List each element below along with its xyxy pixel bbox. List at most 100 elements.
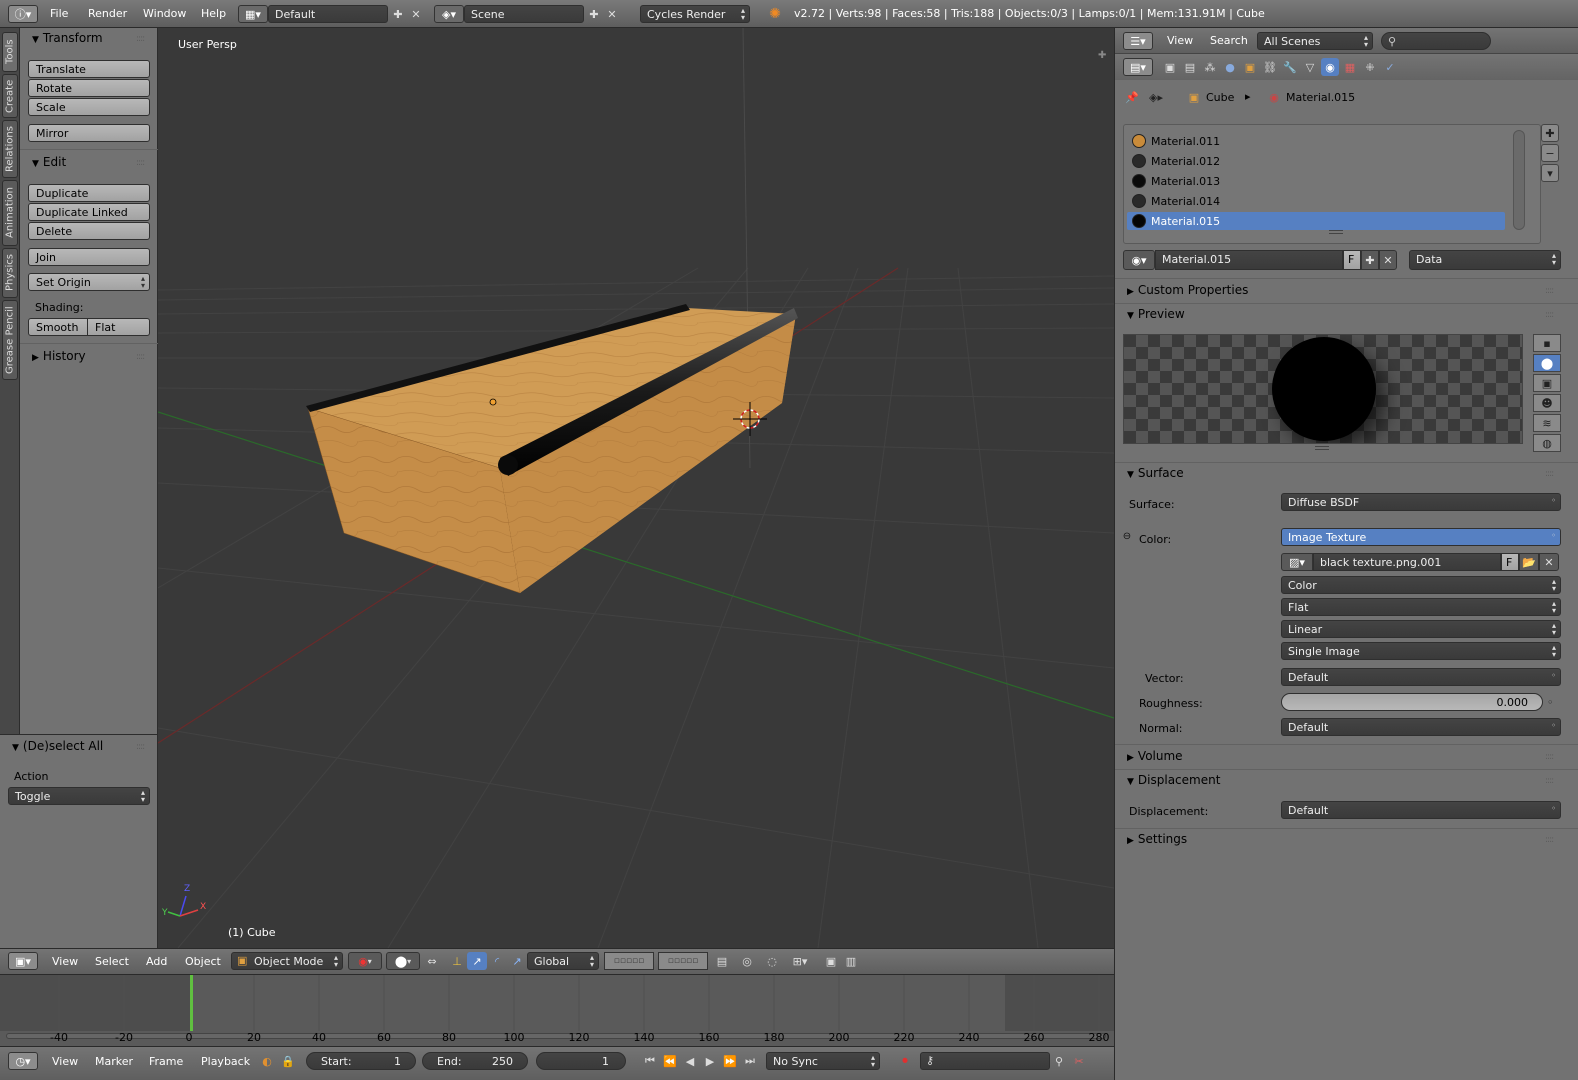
mirror-button[interactable]: Mirror	[28, 124, 150, 142]
vector-input-field[interactable]: Default ◦	[1281, 668, 1561, 686]
preview-cube-icon[interactable]: ▣	[1533, 374, 1561, 392]
viewport-shading-icon[interactable]: ◉ ▾	[348, 952, 382, 970]
timeline-editor-icon[interactable]: ◷▾	[8, 1052, 38, 1070]
panel-drag-icon[interactable]: ::::	[136, 352, 145, 362]
tab-grease-pencil[interactable]: Grease Pencil	[2, 300, 18, 380]
add-screen-icon[interactable]: ✚	[390, 5, 406, 23]
roughness-socket-icon[interactable]: ◦	[1547, 696, 1554, 709]
set-origin-dropdown[interactable]: Set Origin ▴ ▾	[28, 273, 150, 291]
render-tab-icon[interactable]: ▣	[1161, 58, 1179, 76]
link-dropdown[interactable]: Data ▴ ▾	[1409, 250, 1561, 270]
start-frame-field[interactable]: Start: 1	[306, 1052, 416, 1070]
scale-manipulator-icon[interactable]: ↗	[507, 952, 527, 970]
proportional-edit-icon[interactable]: ◎	[737, 952, 757, 970]
image-name-field[interactable]: black texture.png.001	[1313, 553, 1501, 571]
join-button[interactable]: Join	[28, 248, 150, 266]
particles-tab-icon[interactable]: ⁜	[1361, 58, 1379, 76]
properties-editor-icon[interactable]: ▤▾	[1123, 58, 1153, 76]
layer-lock-icon[interactable]: ▤	[712, 952, 732, 970]
normal-input-field[interactable]: Default ◦	[1281, 718, 1561, 736]
preview-sky-icon[interactable]: ◍	[1533, 434, 1561, 452]
menu-select[interactable]: Select	[95, 955, 129, 968]
remove-screen-icon[interactable]: ✕	[408, 5, 424, 23]
current-frame-field[interactable]: 1	[536, 1052, 626, 1070]
menu-view[interactable]: View	[52, 1055, 78, 1068]
menu-add[interactable]: Add	[146, 955, 167, 968]
screen-layout-field[interactable]: Default	[268, 5, 388, 23]
menu-search[interactable]: Search	[1210, 34, 1248, 47]
render-camera-icon[interactable]: ▣	[822, 952, 840, 970]
duplicate-button[interactable]: Duplicate	[28, 184, 150, 202]
rotate-manipulator-icon[interactable]: ◜	[487, 952, 507, 970]
rotate-button[interactable]: Rotate	[28, 79, 150, 97]
tab-animation[interactable]: Animation	[2, 180, 18, 246]
material-browse-icon[interactable]: ◉▾	[1123, 250, 1155, 270]
material-slot-row[interactable]: Material.012	[1127, 152, 1505, 170]
menu-view[interactable]: View	[1167, 34, 1193, 47]
operator-panel-header[interactable]: ▼ (De)select All	[12, 739, 103, 753]
remove-slot-icon[interactable]: −	[1541, 144, 1559, 162]
panel-drag-icon[interactable]: ::::	[1545, 835, 1554, 845]
layers-grid-icon[interactable]: ▫▫▫▫▫	[604, 952, 654, 970]
render-engine-dropdown[interactable]: Cycles Render ▴ ▾	[640, 5, 750, 23]
panel-drag-icon[interactable]: ::::	[1545, 469, 1554, 479]
panel-drag-icon[interactable]: ::::	[1545, 286, 1554, 296]
material-slot-row[interactable]: Material.015	[1127, 212, 1505, 230]
panel-drag-icon[interactable]: ::::	[1545, 752, 1554, 762]
menu-window[interactable]: Window	[143, 7, 186, 20]
add-slot-icon[interactable]: ✚	[1541, 124, 1559, 142]
proportional-falloff-icon[interactable]: ◌	[762, 952, 782, 970]
transform-manipulator-icon[interactable]: ⊥	[447, 952, 467, 970]
duplicate-linked-button[interactable]: Duplicate Linked	[28, 203, 150, 221]
end-frame-field[interactable]: End: 250	[422, 1052, 528, 1070]
menu-marker[interactable]: Marker	[95, 1055, 133, 1068]
render-layers-tab-icon[interactable]: ▤	[1181, 58, 1199, 76]
surface-panel-header[interactable]: ▼ Surface	[1127, 466, 1184, 480]
scene-icon[interactable]: ◈▾	[434, 5, 464, 23]
menu-help[interactable]: Help	[201, 7, 226, 20]
preview-flat-icon[interactable]: ▪	[1533, 334, 1561, 352]
preview-range-icon[interactable]: ◐	[258, 1052, 276, 1070]
constraints-tab-icon[interactable]: ⛓	[1261, 58, 1279, 76]
manipulator-toggle-icon[interactable]: ⇔	[422, 952, 442, 970]
volume-panel-header[interactable]: ▶ Volume	[1127, 749, 1183, 763]
tab-tools[interactable]: Tools	[2, 32, 18, 72]
screen-layout-icon[interactable]: ▦▾	[238, 5, 268, 23]
image-browse-icon[interactable]: ▨▾	[1281, 553, 1313, 571]
unlink-material-icon[interactable]: ✕	[1379, 250, 1397, 270]
menu-file[interactable]: File	[50, 7, 68, 20]
jump-start-icon[interactable]: ⏮	[640, 1052, 660, 1070]
lock-icon[interactable]: 🔒	[279, 1052, 297, 1070]
preview-monkey-icon[interactable]: ☻	[1533, 394, 1561, 412]
menu-playback[interactable]: Playback	[201, 1055, 250, 1068]
panel-drag-icon[interactable]: ::::	[1545, 310, 1554, 320]
roughness-slider[interactable]: 0.000	[1281, 693, 1543, 711]
preview-header[interactable]: ▼ Preview	[1127, 307, 1185, 321]
panel-drag-icon[interactable]: ::::	[136, 742, 145, 752]
delete-button[interactable]: Delete	[28, 222, 150, 240]
menu-frame[interactable]: Frame	[149, 1055, 183, 1068]
physics-tab-icon[interactable]: ✓	[1381, 58, 1399, 76]
open-image-icon[interactable]: 📂	[1519, 553, 1539, 571]
menu-object[interactable]: Object	[185, 955, 221, 968]
timeline[interactable]: -40 -20 0 20 40 60 80 100 120 140 160 180 200 220 240 2…	[0, 974, 1114, 1046]
menu-view[interactable]: View	[52, 955, 78, 968]
timeline-scrollbar[interactable]	[6, 1033, 1106, 1039]
pin-icon[interactable]: 📌	[1123, 88, 1141, 106]
scene-tab-icon[interactable]: ⁂	[1201, 58, 1219, 76]
snap-element-icon[interactable]: ⊞▾	[785, 952, 815, 970]
outliner-search-input[interactable]: ⚲	[1381, 32, 1491, 50]
tab-relations[interactable]: Relations	[2, 120, 18, 178]
modifiers-tab-icon[interactable]: 🔧	[1281, 58, 1299, 76]
mode-dropdown[interactable]: ▣ Object Mode ▴ ▾	[231, 952, 343, 970]
scale-button[interactable]: Scale	[28, 98, 150, 116]
panel-drag-icon[interactable]: ::::	[136, 158, 145, 168]
action-dropdown[interactable]: Toggle ▴ ▾	[8, 787, 150, 805]
custom-properties-header[interactable]: ▶ Custom Properties	[1127, 283, 1248, 297]
translate-button[interactable]: Translate	[28, 60, 150, 78]
info-editor-icon[interactable]: ⓘ▾	[8, 5, 38, 23]
scene-field[interactable]: Scene	[464, 5, 584, 23]
data-tab-icon[interactable]: ▽	[1301, 58, 1319, 76]
list-scrollbar[interactable]	[1513, 130, 1525, 230]
color-space-dropdown[interactable]: Color ▴ ▾	[1281, 576, 1561, 594]
